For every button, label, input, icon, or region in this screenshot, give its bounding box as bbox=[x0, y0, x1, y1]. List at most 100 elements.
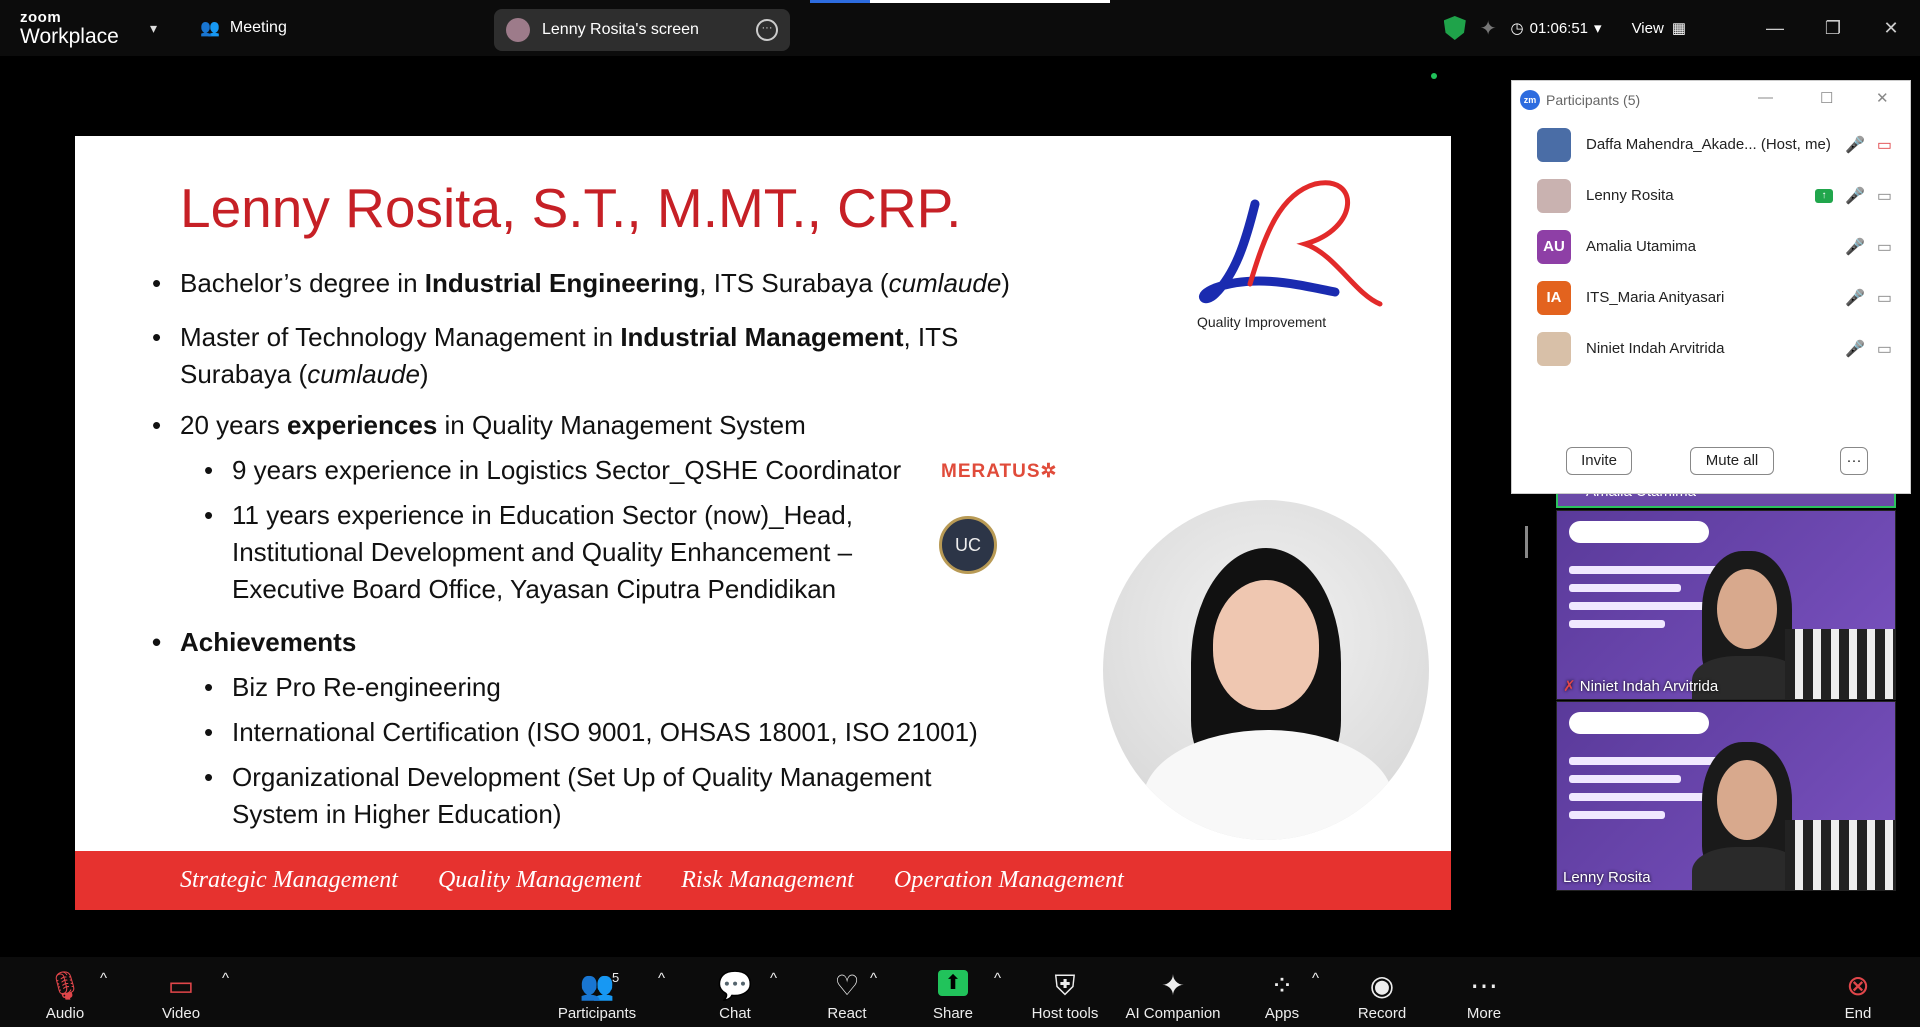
heart-icon: ♡ bbox=[834, 970, 860, 1001]
avatar bbox=[1537, 178, 1571, 213]
end-button[interactable]: ⊗ End bbox=[1842, 970, 1874, 1022]
camera-icon[interactable]: ▭ bbox=[1877, 237, 1892, 257]
grid-view-icon: ▦ bbox=[1671, 20, 1686, 37]
react-button[interactable]: ♡ React bbox=[822, 970, 872, 1022]
video-tile[interactable]: Lenny Rosita bbox=[1556, 701, 1896, 891]
participant-row[interactable]: IA ITS_Maria Anityasari 🎤 ▭ bbox=[1512, 272, 1910, 323]
meeting-label: Meeting bbox=[229, 19, 287, 36]
close-button[interactable]: ✕ bbox=[1876, 89, 1889, 107]
participant-row[interactable]: Daffa Mahendra_Akade... (Host, me) 🎤 ▭ bbox=[1512, 119, 1910, 170]
mic-muted-icon[interactable]: 🎤 bbox=[1845, 135, 1865, 155]
sub-list-item-continuation: Executive Board Office, Yayasan Ciputra … bbox=[232, 574, 837, 604]
ai-sparkle-icon: ✦ bbox=[1161, 970, 1185, 1001]
record-button[interactable]: ◉ Record bbox=[1356, 970, 1408, 1022]
list-item: • 20 years experiences in Quality Managem… bbox=[152, 410, 806, 440]
chat-button[interactable]: 💬 Chat bbox=[714, 970, 756, 1022]
participant-row[interactable]: AU Amalia Utamima 🎤 ▭ bbox=[1512, 221, 1910, 272]
share-progress-indicator bbox=[810, 0, 1110, 3]
list-item: • Achievements bbox=[152, 627, 357, 657]
chevron-down-icon[interactable]: ▾ bbox=[150, 20, 157, 37]
participant-row[interactable]: Lenny Rosita ↑ 🎤 ▭ bbox=[1512, 170, 1910, 221]
avatar bbox=[506, 18, 530, 42]
speaker-photo bbox=[1103, 500, 1429, 840]
security-shield-icon[interactable] bbox=[1443, 16, 1466, 40]
connection-status-dot bbox=[1431, 73, 1437, 79]
mic-icon[interactable]: 🎤 bbox=[1845, 186, 1865, 206]
close-button[interactable]: ✕ bbox=[1862, 18, 1920, 39]
mute-all-button[interactable]: Mute all bbox=[1690, 447, 1774, 475]
meeting-timer[interactable]: ◷ 01:06:51 ▾ bbox=[1510, 19, 1602, 38]
sub-list-item: • Biz Pro Re-engineering bbox=[204, 672, 501, 702]
restore-button[interactable]: ❐ bbox=[1804, 18, 1862, 39]
meeting-toolbar: 🎙 Audio ^ ▭ Video ^ 👥 5 Participants ^ 💬… bbox=[0, 957, 1920, 1027]
end-meeting-icon: ⊗ bbox=[1846, 970, 1870, 1001]
people-icon: 👥 bbox=[200, 20, 220, 37]
mic-muted-icon[interactable]: 🎤 bbox=[1845, 237, 1865, 257]
camera-off-icon[interactable]: ▭ bbox=[1877, 135, 1892, 155]
shared-screen-pill[interactable]: Lenny Rosita's screen ··· bbox=[494, 9, 790, 51]
share-options-caret[interactable]: ^ bbox=[994, 970, 1001, 987]
apps-options-caret[interactable]: ^ bbox=[1312, 970, 1319, 987]
video-button[interactable]: ▭ Video bbox=[156, 970, 206, 1022]
chat-icon: 💬 bbox=[717, 970, 753, 1001]
participants-panel-header: zm Participants (5) bbox=[1512, 81, 1910, 119]
invite-button[interactable]: Invite bbox=[1566, 447, 1632, 475]
more-button[interactable]: ⋯ More bbox=[1462, 970, 1506, 1022]
sub-list-item: • Organizational Development (Set Up of Q… bbox=[204, 762, 932, 792]
shared-screen-label: Lenny Rosita's screen bbox=[542, 21, 699, 38]
avatar bbox=[1537, 331, 1571, 366]
chevron-down-icon: ▾ bbox=[1594, 20, 1602, 37]
shield-icon: ⛨ bbox=[1054, 970, 1076, 1001]
minimize-button[interactable]: — bbox=[1746, 18, 1804, 39]
mic-muted-icon[interactable]: 🎤 bbox=[1845, 288, 1865, 308]
share-screen-icon: ⬆ bbox=[938, 970, 968, 996]
video-options-caret[interactable]: ^ bbox=[222, 970, 229, 987]
slide-footer-band: Strategic Management Quality Management … bbox=[75, 851, 1451, 910]
ai-companion-button[interactable]: ✦ AI Companion bbox=[1122, 970, 1224, 1022]
maximize-button[interactable]: ☐ bbox=[1820, 89, 1833, 107]
react-options-caret[interactable]: ^ bbox=[870, 970, 877, 987]
camera-icon[interactable]: ▭ bbox=[1877, 288, 1892, 308]
host-tools-button[interactable]: ⛨ Host tools bbox=[1028, 970, 1102, 1022]
record-icon: ◉ bbox=[1369, 970, 1395, 1001]
sub-list-item-continuation: System in Higher Education) bbox=[232, 799, 562, 829]
participants-icon: 👥 bbox=[579, 970, 615, 1001]
list-item: • Master of Technology Management in Indu… bbox=[152, 322, 959, 352]
share-button[interactable]: ⬆ Share bbox=[930, 970, 976, 1022]
video-tile[interactable]: ✗ Niniet Indah Arvitrida bbox=[1556, 510, 1896, 700]
list-item: • Bachelor’s degree in Industrial Enginee… bbox=[152, 268, 1010, 298]
video-tile-name: ✗ Niniet Indah Arvitrida bbox=[1563, 678, 1719, 695]
audio-button[interactable]: 🎙 Audio bbox=[40, 970, 90, 1022]
participants-count: 5 bbox=[612, 970, 620, 985]
title-bar: zoom Workplace ▾ 👥 Meeting Lenny Rosita'… bbox=[0, 0, 1920, 56]
camera-off-icon: ▭ bbox=[167, 970, 195, 1001]
clock-icon: ◷ bbox=[1510, 20, 1524, 37]
apps-button[interactable]: ⁘ Apps bbox=[1262, 970, 1302, 1022]
participants-panel: zm Participants (5) — ☐ ✕ Daffa Mahendra… bbox=[1511, 80, 1911, 494]
more-options-icon[interactable]: ··· bbox=[756, 19, 778, 41]
sub-list-item: • International Certification (ISO 9001, … bbox=[204, 717, 978, 747]
shared-slide: Lenny Rosita, S.T., M.MT., CRP. • Bachelo… bbox=[75, 136, 1451, 910]
audio-options-caret[interactable]: ^ bbox=[100, 970, 107, 987]
camera-icon[interactable]: ▭ bbox=[1877, 186, 1892, 206]
ai-sparkle-icon[interactable]: ✦ bbox=[1480, 16, 1497, 41]
minimize-button[interactable]: — bbox=[1758, 89, 1773, 106]
meeting-info-button[interactable]: 👥 Meeting bbox=[200, 18, 287, 38]
more-button[interactable]: ··· bbox=[1840, 447, 1868, 475]
participant-row[interactable]: Niniet Indah Arvitrida 🎤 ▭ bbox=[1512, 323, 1910, 374]
view-button[interactable]: View ▦ bbox=[1632, 19, 1686, 38]
more-icon: ⋯ bbox=[1470, 970, 1498, 1001]
avatar bbox=[1537, 127, 1571, 162]
sub-list-item: • 9 years experience in Logistics Sector_… bbox=[204, 455, 902, 485]
zoom-logo: zoom Workplace bbox=[20, 9, 119, 48]
panel-resize-handle[interactable] bbox=[1525, 526, 1528, 558]
mic-muted-icon[interactable]: 🎤 bbox=[1845, 339, 1865, 359]
list-item-continuation: Surabaya (cumlaude) bbox=[180, 359, 429, 389]
zoom-app-icon: zm bbox=[1520, 90, 1540, 110]
video-tile-name: Lenny Rosita bbox=[1563, 869, 1651, 886]
chat-options-caret[interactable]: ^ bbox=[770, 970, 777, 987]
participants-options-caret[interactable]: ^ bbox=[658, 970, 665, 987]
camera-icon[interactable]: ▭ bbox=[1877, 339, 1892, 359]
participants-button[interactable]: 👥 5 Participants bbox=[552, 970, 642, 1022]
screen-share-icon: ↑ bbox=[1814, 188, 1833, 203]
